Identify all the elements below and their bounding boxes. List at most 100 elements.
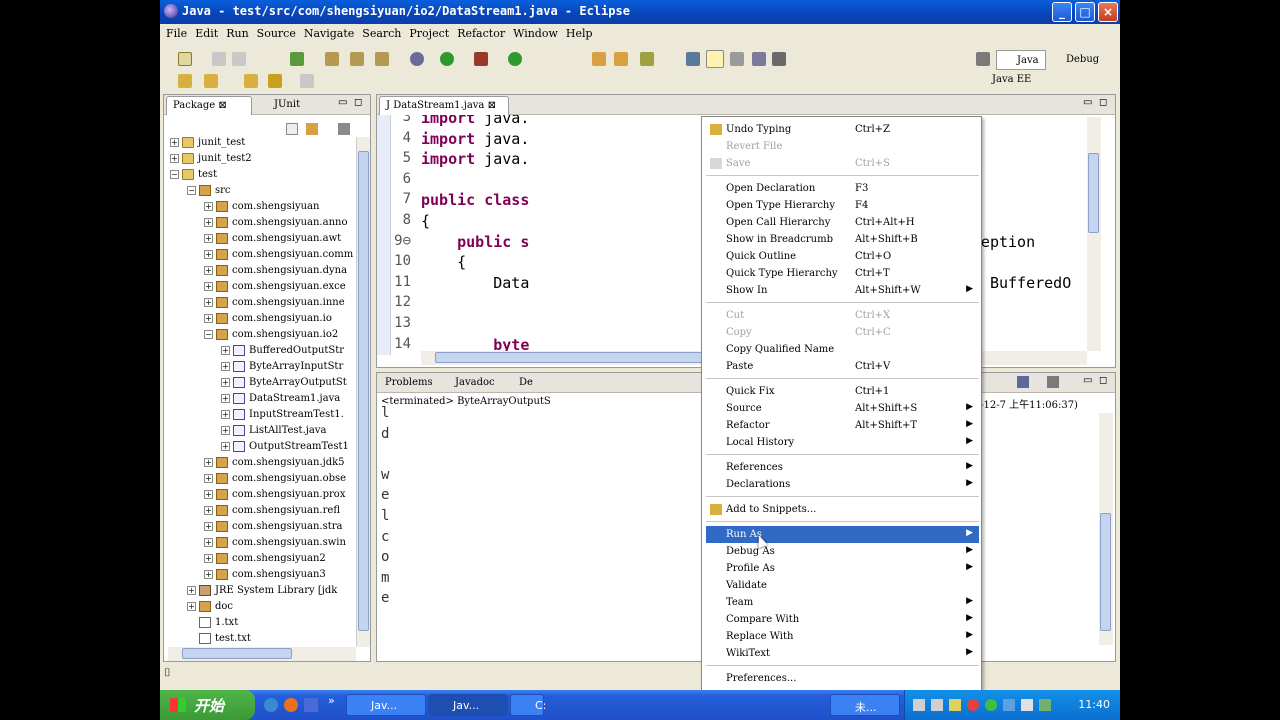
tree-item[interactable]: − com.shengsiyuan.io2	[170, 329, 358, 345]
expand-icon[interactable]: +	[204, 554, 213, 563]
menu-item-open-type-hierarchy[interactable]: Open Type Hierarchy F4	[706, 197, 979, 214]
new-icon[interactable]	[178, 52, 192, 66]
menu-item-quick-fix[interactable]: Quick Fix Ctrl+1	[706, 383, 979, 400]
quicklaunch-ie-icon[interactable]	[264, 698, 278, 712]
tree-item[interactable]: + BufferedOutputStr	[170, 345, 358, 361]
menu-item-source[interactable]: Source Alt+Shift+S ▶	[706, 400, 979, 417]
tree-item[interactable]: + junit_test2	[170, 153, 358, 169]
tab-declaration[interactable]: De	[513, 374, 539, 393]
menu-item-show-in-breadcrumb[interactable]: Show in Breadcrumb Alt+Shift+B	[706, 231, 979, 248]
tree-item[interactable]: + com.shengsiyuan.refl	[170, 505, 358, 521]
collapse-all-icon[interactable]	[286, 123, 298, 135]
expand-icon[interactable]: +	[204, 298, 213, 307]
run-icon[interactable]	[440, 52, 454, 66]
menu-item-profile-as[interactable]: Profile As ▶	[706, 560, 979, 577]
menu-item-debug-as[interactable]: Debug As ▶	[706, 543, 979, 560]
tab-package-explorer[interactable]: Package ⊠	[166, 96, 252, 115]
last-edit-icon[interactable]	[244, 74, 258, 88]
editor-vertical-scrollbar[interactable]	[1087, 117, 1101, 351]
console-vertical-scrollbar[interactable]	[1099, 413, 1113, 645]
minimize-view-icon[interactable]: ▭	[1083, 375, 1092, 386]
maximize-view-icon[interactable]: ◻	[354, 97, 362, 108]
mark-occurrences-icon[interactable]	[706, 50, 724, 68]
menu-file[interactable]: File	[164, 24, 193, 44]
package-icon[interactable]	[290, 52, 304, 66]
menu-item-open-call-hierarchy[interactable]: Open Call Hierarchy Ctrl+Alt+H	[706, 214, 979, 231]
maximize-button[interactable]: □	[1075, 2, 1095, 22]
expand-icon[interactable]: +	[204, 282, 213, 291]
console-scroll-thumb[interactable]	[1100, 513, 1111, 631]
expand-icon[interactable]: +	[204, 218, 213, 227]
expand-icon[interactable]: +	[221, 426, 230, 435]
expand-icon[interactable]: +	[221, 410, 230, 419]
open-type-icon[interactable]	[592, 52, 606, 66]
tree-item[interactable]: + com.shengsiyuan3	[170, 569, 358, 585]
menu-item-copy-qualified-name[interactable]: Copy Qualified Name	[706, 341, 979, 358]
keyboard-icon[interactable]	[913, 699, 925, 711]
view-menu-icon[interactable]	[338, 123, 350, 135]
show-whitespace-icon[interactable]	[752, 52, 766, 66]
expand-icon[interactable]: +	[221, 442, 230, 451]
collapse-icon[interactable]: −	[170, 170, 179, 179]
debug-perspective-button[interactable]: Debug	[1052, 54, 1099, 65]
debug-icon[interactable]	[410, 52, 424, 66]
expand-icon[interactable]: +	[187, 602, 196, 611]
maximize-view-icon[interactable]: ◻	[1099, 97, 1107, 108]
tree-item[interactable]: + junit_test	[170, 137, 358, 153]
tree-item[interactable]: + ByteArrayInputStr	[170, 361, 358, 377]
minimize-view-icon[interactable]: ▭	[1083, 97, 1092, 108]
tree-item[interactable]: + com.shengsiyuan.inne	[170, 297, 358, 313]
collapse-icon[interactable]: −	[187, 186, 196, 195]
taskbar-item-java-1[interactable]: Jav...	[346, 694, 426, 716]
tree-vertical-scrollbar[interactable]	[356, 137, 370, 647]
tree-item[interactable]: + com.shengsiyuan.io	[170, 313, 358, 329]
expand-icon[interactable]: +	[221, 362, 230, 371]
tray-app-icon[interactable]	[1021, 699, 1033, 711]
expand-icon[interactable]: +	[204, 570, 213, 579]
annotation-icon[interactable]	[686, 52, 700, 66]
expand-icon[interactable]: +	[204, 538, 213, 547]
menu-item-paste[interactable]: Paste Ctrl+V	[706, 358, 979, 375]
collapse-icon[interactable]: −	[204, 330, 213, 339]
expand-icon[interactable]: +	[204, 250, 213, 259]
forward-icon[interactable]	[300, 74, 314, 88]
volume-icon[interactable]	[1003, 699, 1015, 711]
tree-item[interactable]: + com.shengsiyuan2	[170, 553, 358, 569]
menu-item-team[interactable]: Team ▶	[706, 594, 979, 611]
ime-icon[interactable]	[931, 699, 943, 711]
tree-item[interactable]: + com.shengsiyuan.stra	[170, 521, 358, 537]
tab-junit[interactable]: JUnit	[268, 96, 306, 115]
expand-icon[interactable]: +	[170, 154, 179, 163]
expand-icon[interactable]: +	[221, 394, 230, 403]
network-icon[interactable]	[949, 699, 961, 711]
tab-datastream1[interactable]: J DataStream1.java ⊠	[379, 96, 509, 115]
next-annotation-icon[interactable]	[178, 74, 192, 88]
close-button[interactable]: ×	[1098, 2, 1118, 22]
menu-refactor[interactable]: Refactor	[455, 24, 511, 44]
tree-hscroll-thumb[interactable]	[182, 648, 292, 659]
expand-icon[interactable]: +	[204, 234, 213, 243]
expand-icon[interactable]: +	[204, 506, 213, 515]
external-tools-icon[interactable]	[474, 52, 488, 66]
tab-problems[interactable]: Problems	[379, 374, 439, 393]
menu-search[interactable]: Search	[360, 24, 407, 44]
tree-item[interactable]: + com.shengsiyuan.jdk5	[170, 457, 358, 473]
minimize-view-icon[interactable]: ▭	[338, 97, 347, 108]
editor-scroll-thumb[interactable]	[1088, 153, 1099, 233]
tree-item[interactable]: + ByteArrayOutputSt	[170, 377, 358, 393]
menu-run[interactable]: Run	[224, 24, 254, 44]
new-class-icon[interactable]	[350, 52, 364, 66]
fast-view-icon[interactable]: ⌷	[164, 666, 178, 680]
tree-item[interactable]: + com.shengsiyuan	[170, 201, 358, 217]
paragraph-icon[interactable]	[772, 52, 786, 66]
quicklaunch-app-icon[interactable]	[304, 698, 318, 712]
menu-item-references[interactable]: References ▶	[706, 459, 979, 476]
tree-item[interactable]: + com.shengsiyuan.dyna	[170, 265, 358, 281]
menu-item-copy[interactable]: Copy Ctrl+C	[706, 324, 979, 341]
menu-navigate[interactable]: Navigate	[302, 24, 360, 44]
taskbar-item-notepad[interactable]: 未...	[830, 694, 900, 716]
taskbar-item-cmd[interactable]: C:	[510, 694, 546, 716]
save-all-icon[interactable]	[232, 52, 246, 66]
menu-item-open-declaration[interactable]: Open Declaration F3	[706, 180, 979, 197]
menu-item-preferences[interactable]: Preferences...	[706, 670, 979, 687]
